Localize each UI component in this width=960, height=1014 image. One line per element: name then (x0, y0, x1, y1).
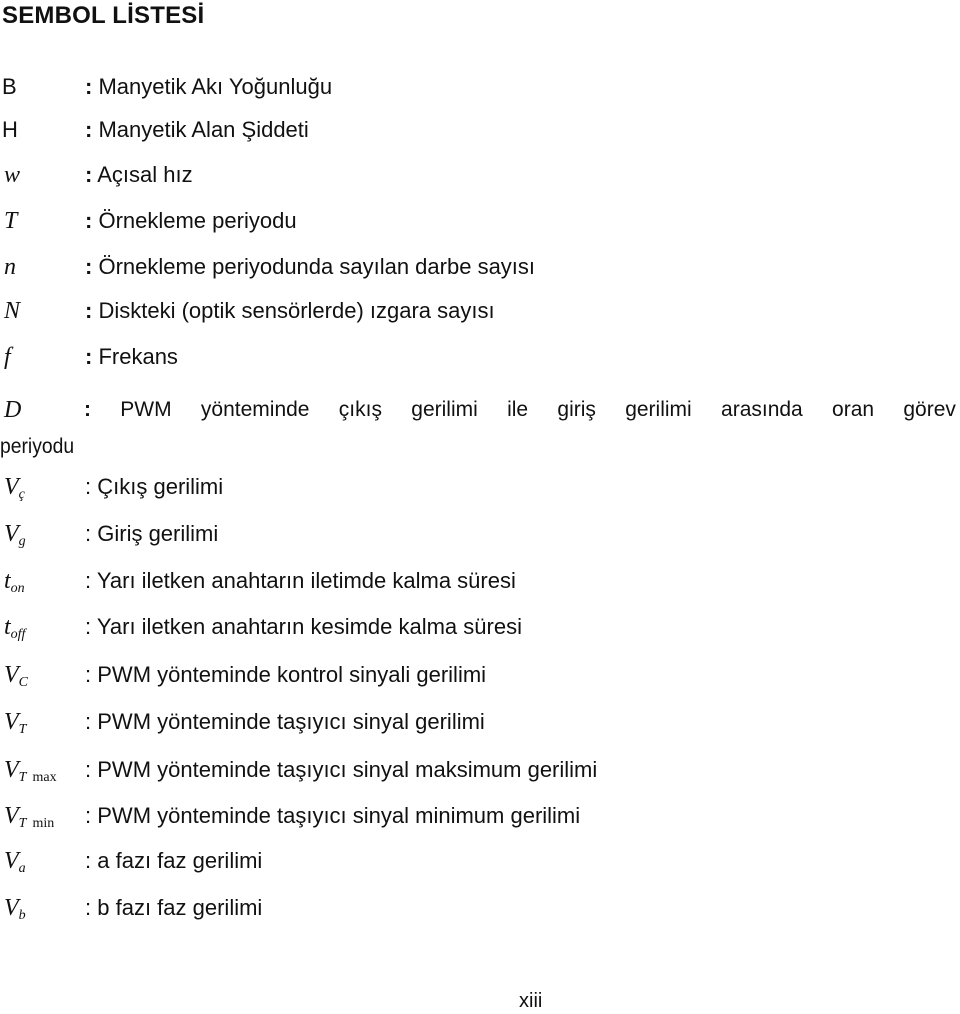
symbol: Vg (4, 521, 26, 549)
symbol-description: : Çıkış gerilimi (85, 474, 224, 499)
symbol-description: : Diskteki (optik sensörlerde) ızgara sa… (85, 298, 495, 323)
symbol: VT max (4, 757, 57, 785)
symbol: Vb (4, 895, 26, 923)
symbol: f (4, 344, 11, 370)
symbol-row-b: B : Manyetik Akı Yoğunluğu (0, 72, 960, 102)
symbol: ton (4, 568, 25, 596)
symbol-row-vt-min: VT min : PWM yönteminde taşıyıcı sinyal m… (0, 801, 960, 831)
symbol-row-t: T : Örnekleme periyodu (0, 206, 960, 236)
symbol-row-n: n : Örnekleme periyodunda sayılan darbe … (0, 252, 960, 282)
symbol-description: : Örnekleme periyodu (85, 208, 297, 233)
symbol: VT (4, 709, 27, 737)
symbol-row-vt: VT : PWM yönteminde taşıyıcı sinyal geri… (0, 707, 960, 737)
symbol-description-continued: periyodu (0, 435, 75, 458)
page-number: xiii (519, 990, 543, 1012)
symbol-description: : Manyetik Akı Yoğunluğu (85, 74, 333, 99)
symbol: D (4, 397, 22, 423)
symbol-description: : PWM yönteminde taşıyıcı sinyal minimum… (85, 803, 581, 828)
symbol: N (4, 298, 21, 324)
symbol-description: : Yarı iletken anahtarın iletimde kalma … (85, 568, 516, 593)
symbol-description: : Yarı iletken anahtarın kesimde kalma s… (85, 614, 522, 639)
symbol: VC (4, 662, 29, 690)
symbol: B (2, 74, 17, 99)
symbol-description: : PWM yönteminde kontrol sinyali gerilim… (85, 662, 487, 687)
symbol-row-w: w : Açısal hız (0, 160, 960, 190)
symbol-row-vb: Vb : b fazı faz gerilimi (0, 893, 960, 923)
symbol-row-vg: Vg : Giriş gerilimi (0, 519, 960, 549)
symbol-description: : Açısal hız (85, 162, 193, 187)
symbol-description: : PWM yönteminde taşıyıcı sinyal gerilim… (85, 709, 485, 734)
symbol-description: : a fazı faz gerilimi (85, 848, 263, 873)
symbol-row-f: f : Frekans (0, 342, 960, 372)
symbol: toff (4, 614, 26, 642)
symbol-row-vc-control: VC : PWM yönteminde kontrol sinyali geri… (0, 660, 960, 690)
symbol: H (2, 117, 18, 142)
symbol-row-ton: ton : Yarı iletken anahtarın iletimde ka… (0, 566, 960, 596)
symbol: n (4, 254, 16, 280)
symbol: VT min (4, 803, 55, 831)
symbol-row-vc-output: Vç : Çıkış gerilimi (0, 472, 960, 502)
symbol-description: : PWM yönteminde taşıyıcı sinyal maksimu… (85, 757, 598, 782)
symbol-row-toff: toff : Yarı iletken anahtarın kesimde ka… (0, 612, 960, 642)
symbol-description: : b fazı faz gerilimi (85, 895, 263, 920)
symbol-row-h: H : Manyetik Alan Şiddeti (0, 115, 960, 145)
symbol-row-vt-max: VT max : PWM yönteminde taşıyıcı sinyal m… (0, 755, 960, 785)
symbol: Va (4, 848, 26, 876)
symbol-row-d: D : PWM yönteminde çıkış gerilimi ile gi… (0, 395, 960, 425)
symbol-description: : Frekans (85, 344, 178, 369)
symbol-description: : PWM yönteminde çıkış gerilimi ile giri… (84, 398, 956, 421)
symbol: T (4, 208, 18, 234)
symbol-row-va: Va : a fazı faz gerilimi (0, 846, 960, 876)
symbol-description: : Örnekleme periyodunda sayılan darbe sa… (85, 254, 536, 279)
symbol: Vç (4, 474, 25, 502)
symbol-description: : Manyetik Alan Şiddeti (85, 117, 309, 142)
symbol-description: : Giriş gerilimi (85, 521, 219, 546)
symbol-row-N: N : Diskteki (optik sensörlerde) ızgara … (0, 296, 960, 326)
symbol: w (4, 162, 21, 188)
page-title: SEMBOL LİSTESİ (2, 2, 205, 29)
